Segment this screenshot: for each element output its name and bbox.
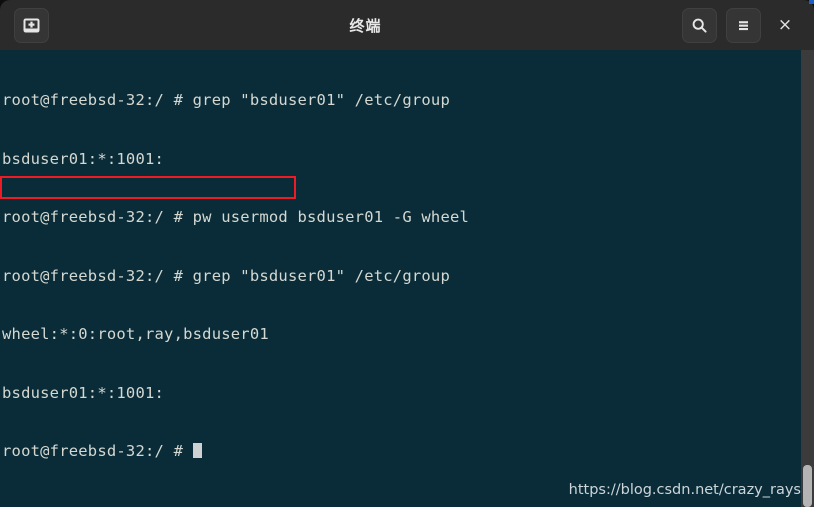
vertical-scrollbar[interactable] (801, 50, 814, 507)
terminal-line: root@freebsd-32:/ # grep "bsduser01" /et… (2, 266, 450, 285)
scrollbar-thumb[interactable] (803, 465, 812, 507)
terminal-line-highlighted: wheel:*:0:root,ray,bsduser01 (2, 325, 269, 343)
new-terminal-icon (23, 17, 40, 34)
terminal-line: bsduser01:*:1001: (2, 149, 165, 168)
terminal-line: root@freebsd-32:/ # grep "bsduser01" /et… (2, 91, 450, 109)
terminal-output-area[interactable]: root@freebsd-32:/ # grep "bsduser01" /et… (0, 50, 801, 507)
search-button[interactable] (682, 7, 717, 43)
terminal-cursor (192, 443, 202, 458)
menu-button[interactable] (726, 7, 761, 43)
terminal-window: 终端 × root@freebsd-32:/ # grep "bsduser01… (0, 0, 814, 507)
hamburger-menu-icon (735, 17, 752, 34)
page-title: 终端 (349, 16, 382, 35)
close-button[interactable]: × (770, 8, 800, 43)
title-bar: 终端 × (0, 0, 814, 50)
search-icon (691, 17, 708, 34)
prompt-text: root@freebsd-32:/ # (2, 442, 184, 460)
terminal-line: root@freebsd-32:/ # pw usermod bsduser01… (2, 208, 470, 226)
watermark-text: https://blog.csdn.net/crazy_rays (568, 482, 801, 498)
titlebar-actions: × (682, 7, 800, 43)
new-terminal-button[interactable] (14, 7, 49, 43)
terminal-prompt-line: root@freebsd-32:/ # (2, 442, 469, 462)
terminal-line: bsduser01:*:1001: (2, 383, 165, 402)
terminal-text: root@freebsd-32:/ # grep "bsduser01" /et… (2, 52, 469, 501)
